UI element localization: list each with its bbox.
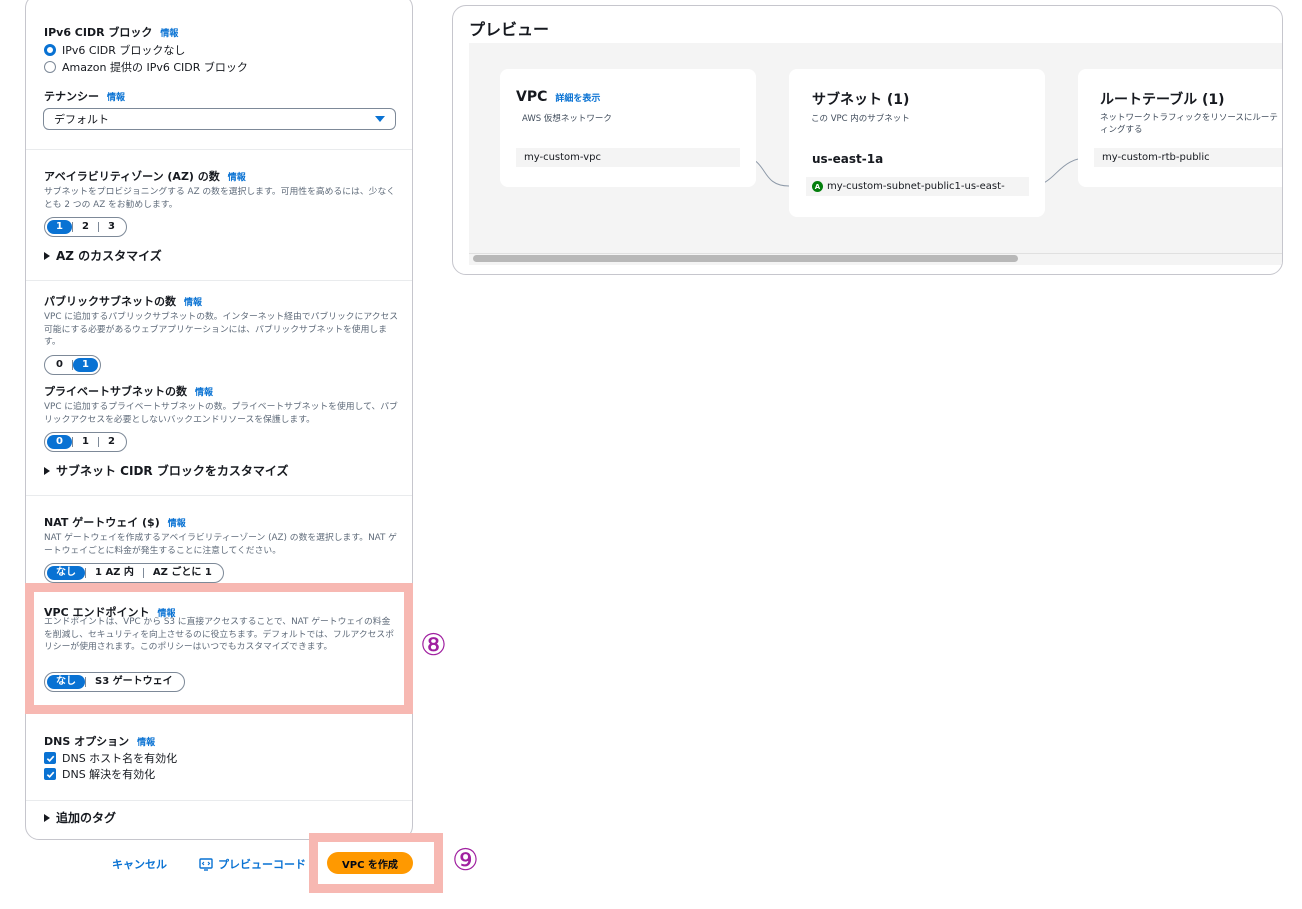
ipv6-info-link[interactable]: 情報 — [160, 29, 178, 39]
ipv6-option-amazon[interactable]: Amazon 提供の IPv6 CIDR ブロック — [44, 59, 248, 75]
public-subnets-option-1[interactable]: 1 — [72, 358, 98, 372]
az-option-2[interactable]: 2 — [73, 220, 98, 234]
nat-gateway-segmented-control[interactable]: なし 1 AZ 内 AZ ごとに 1 — [44, 563, 224, 583]
tenancy-value: デフォルト — [54, 113, 109, 126]
nat-gateway-label: NAT ゲートウェイ ($) 情報 — [44, 514, 186, 530]
preview-scrollbar-thumb[interactable] — [473, 255, 1018, 262]
route-tables-card-title: ルートテーブル (1) — [1100, 92, 1225, 108]
ipv6-option-none-label: IPv6 CIDR ブロックなし — [62, 44, 186, 57]
route-table-resource-name: my-custom-rtb-public — [1094, 148, 1282, 167]
radio-selected-icon[interactable] — [44, 44, 56, 56]
divider — [26, 280, 412, 281]
az-count-description: サブネットをプロビジョニングする AZ の数を選択します。可用性を高めるには、少… — [44, 187, 396, 210]
create-vpc-button[interactable]: VPC を作成 — [327, 852, 413, 874]
subnet-cidr-customize-expander[interactable]: サブネット CIDR ブロックをカスタマイズ — [44, 462, 288, 479]
highlight-box-step-8 — [25, 583, 413, 714]
az-count-label-text: アベイラビリティゾーン (AZ) の数 — [44, 170, 220, 183]
az-customize-expander[interactable]: AZ のカスタマイズ — [44, 247, 162, 264]
subnet-resource-row: A my-custom-subnet-public1-us-east- — [806, 177, 1029, 196]
private-subnets-label: プライベートサブネットの数 情報 — [44, 383, 213, 399]
dns-resolution-label: DNS 解決を有効化 — [62, 768, 156, 781]
code-preview-icon — [199, 857, 213, 871]
private-subnets-label-text: プライベートサブネットの数 — [44, 385, 187, 398]
private-subnets-segmented-control[interactable]: 0 1 2 — [44, 432, 127, 452]
public-subnets-label-text: パブリックサブネットの数 — [44, 295, 176, 308]
dns-options-label: DNS オプション 情報 — [44, 733, 155, 749]
vpc-card-title-text: VPC — [516, 89, 548, 105]
private-subnets-option-2[interactable]: 2 — [99, 435, 124, 449]
subnet-resource-name: my-custom-subnet-public1-us-east- — [827, 181, 1005, 192]
dns-options-label-text: DNS オプション — [44, 735, 130, 748]
dns-hostnames-checkbox[interactable]: DNS ホスト名を有効化 — [44, 750, 177, 766]
subnets-card: サブネット (1) この VPC 内のサブネット us-east-1a A my… — [789, 69, 1045, 217]
caret-right-icon — [44, 813, 50, 822]
caret-down-icon — [375, 116, 385, 122]
subnet-az-label: us-east-1a — [812, 152, 884, 166]
public-subnets-info-link[interactable]: 情報 — [184, 298, 202, 308]
tenancy-label: テナンシー 情報 — [44, 88, 125, 104]
preview-diagram-canvas[interactable]: VPC 詳細を表示 AWS 仮想ネットワーク my-custom-vpc サブネッ… — [469, 43, 1282, 265]
additional-tags-label: 追加のタグ — [56, 811, 117, 825]
az-customize-label: AZ のカスタマイズ — [56, 249, 162, 263]
additional-tags-expander[interactable]: 追加のタグ — [44, 809, 116, 826]
public-subnets-segmented-control[interactable]: 0 1 — [44, 355, 101, 375]
nat-option-per-az[interactable]: AZ ごとに 1 — [144, 566, 221, 580]
private-subnets-description: VPC に追加するプライベートサブネットの数。プライベートサブネットを使用して、… — [44, 402, 398, 425]
nat-gateway-label-text: NAT ゲートウェイ ($) — [44, 516, 160, 529]
preview-title: プレビュー — [469, 20, 550, 39]
nat-option-none[interactable]: なし — [47, 566, 85, 580]
route-tables-card-subtitle: ネットワークトラフィックをリソースにルーティングする — [1100, 113, 1278, 135]
az-info-link[interactable]: 情報 — [228, 173, 246, 183]
divider — [26, 800, 412, 801]
public-subnets-label: パブリックサブネットの数 情報 — [44, 293, 202, 309]
cancel-button[interactable]: キャンセル — [112, 856, 167, 872]
tenancy-info-link[interactable]: 情報 — [107, 93, 125, 103]
ipv6-cidr-label: IPv6 CIDR ブロック 情報 — [44, 24, 178, 40]
subnets-card-subtitle: この VPC 内のサブネット — [811, 114, 910, 124]
nat-gateway-description: NAT ゲートウェイを作成するアベイラビリティーゾーン (AZ) の数を選択しま… — [44, 533, 397, 556]
dns-resolution-checkbox[interactable]: DNS 解決を有効化 — [44, 766, 155, 782]
nat-info-link[interactable]: 情報 — [168, 519, 186, 529]
subnets-card-title: サブネット (1) — [812, 92, 910, 108]
preview-code-button[interactable]: プレビューコード — [199, 856, 306, 872]
caret-right-icon — [44, 251, 50, 260]
ipv6-option-amazon-label: Amazon 提供の IPv6 CIDR ブロック — [62, 61, 248, 74]
preview-scrollbar-track[interactable] — [469, 253, 1282, 265]
private-subnets-info-link[interactable]: 情報 — [195, 388, 213, 398]
annotation-step-9: ⑨ — [452, 843, 479, 878]
vpc-details-link[interactable]: 詳細を表示 — [555, 94, 600, 104]
tenancy-label-text: テナンシー — [44, 90, 99, 103]
subnet-az-badge-icon: A — [812, 181, 823, 192]
divider — [26, 149, 412, 150]
vpc-card-subtitle: AWS 仮想ネットワーク — [522, 114, 612, 124]
annotation-step-8: ⑧ — [420, 628, 447, 663]
checkbox-checked-icon[interactable] — [44, 768, 56, 780]
vpc-card-title: VPC 詳細を表示 — [516, 89, 600, 105]
divider — [26, 495, 412, 496]
preview-panel: プレビュー VPC 詳細を表示 AWS 仮想ネットワーク my-custom-vp… — [452, 5, 1283, 275]
ipv6-option-none[interactable]: IPv6 CIDR ブロックなし — [44, 42, 185, 58]
checkbox-checked-icon[interactable] — [44, 752, 56, 764]
vpc-settings-panel: IPv6 CIDR ブロック 情報 IPv6 CIDR ブロックなし Amazon… — [25, 0, 413, 840]
nat-option-1az[interactable]: 1 AZ 内 — [86, 566, 143, 580]
private-subnets-option-0[interactable]: 0 — [47, 435, 72, 449]
ipv6-cidr-label-text: IPv6 CIDR ブロック — [44, 26, 153, 39]
az-count-label: アベイラビリティゾーン (AZ) の数 情報 — [44, 168, 246, 184]
preview-code-label: プレビューコード — [218, 858, 306, 871]
subnet-cidr-customize-label: サブネット CIDR ブロックをカスタマイズ — [56, 464, 289, 478]
caret-right-icon — [44, 466, 50, 475]
private-subnets-option-1[interactable]: 1 — [73, 435, 98, 449]
dns-info-link[interactable]: 情報 — [137, 738, 155, 748]
vpc-card: VPC 詳細を表示 AWS 仮想ネットワーク my-custom-vpc — [500, 69, 756, 187]
vpc-resource-name: my-custom-vpc — [516, 148, 740, 167]
az-option-1[interactable]: 1 — [47, 220, 72, 234]
tenancy-select[interactable]: デフォルト — [43, 108, 396, 130]
dns-hostnames-label: DNS ホスト名を有効化 — [62, 752, 178, 765]
radio-unselected-icon[interactable] — [44, 61, 56, 73]
public-subnets-option-0[interactable]: 0 — [47, 358, 72, 372]
public-subnets-description: VPC に追加するパブリックサブネットの数。インターネット経由でパブリックにアク… — [44, 312, 399, 347]
az-count-segmented-control[interactable]: 1 2 3 — [44, 217, 127, 237]
az-option-3[interactable]: 3 — [99, 220, 124, 234]
route-tables-card: ルートテーブル (1) ネットワークトラフィックをリソースにルーティングする m… — [1078, 69, 1282, 187]
